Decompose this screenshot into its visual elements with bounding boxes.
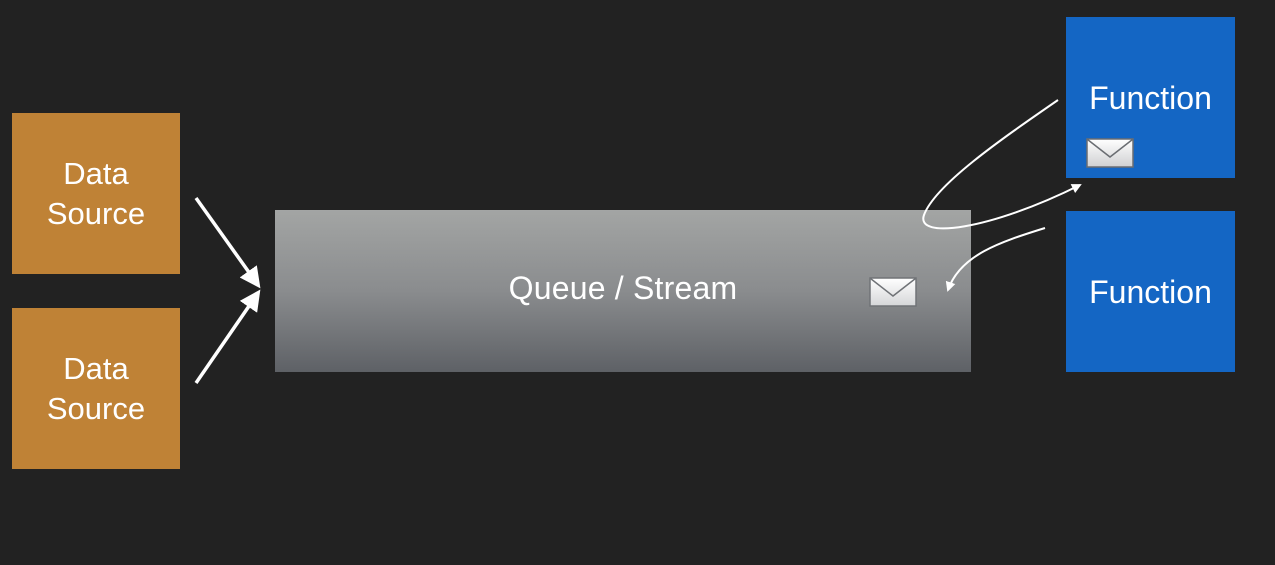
function-label: Function [1089, 80, 1212, 116]
queue-stream-label: Queue / Stream [508, 270, 738, 306]
function-box: Function [1066, 17, 1235, 178]
data-source-label-line1: Data [63, 350, 129, 386]
arrow-source1-to-queue [194, 196, 261, 289]
envelope-icon [1086, 138, 1134, 168]
function-box: Function [1066, 211, 1235, 372]
data-source-label-line2: Source [46, 195, 146, 231]
arrow-source2-to-queue [194, 289, 261, 384]
data-source-box: Data Source [12, 308, 180, 469]
queue-stream-box: Queue / Stream [275, 210, 971, 372]
envelope-icon [869, 277, 917, 307]
data-source-label-line2: Source [46, 390, 146, 426]
data-source-box: Data Source [12, 113, 180, 274]
function-label: Function [1089, 274, 1212, 310]
data-source-label-line1: Data [63, 155, 129, 191]
